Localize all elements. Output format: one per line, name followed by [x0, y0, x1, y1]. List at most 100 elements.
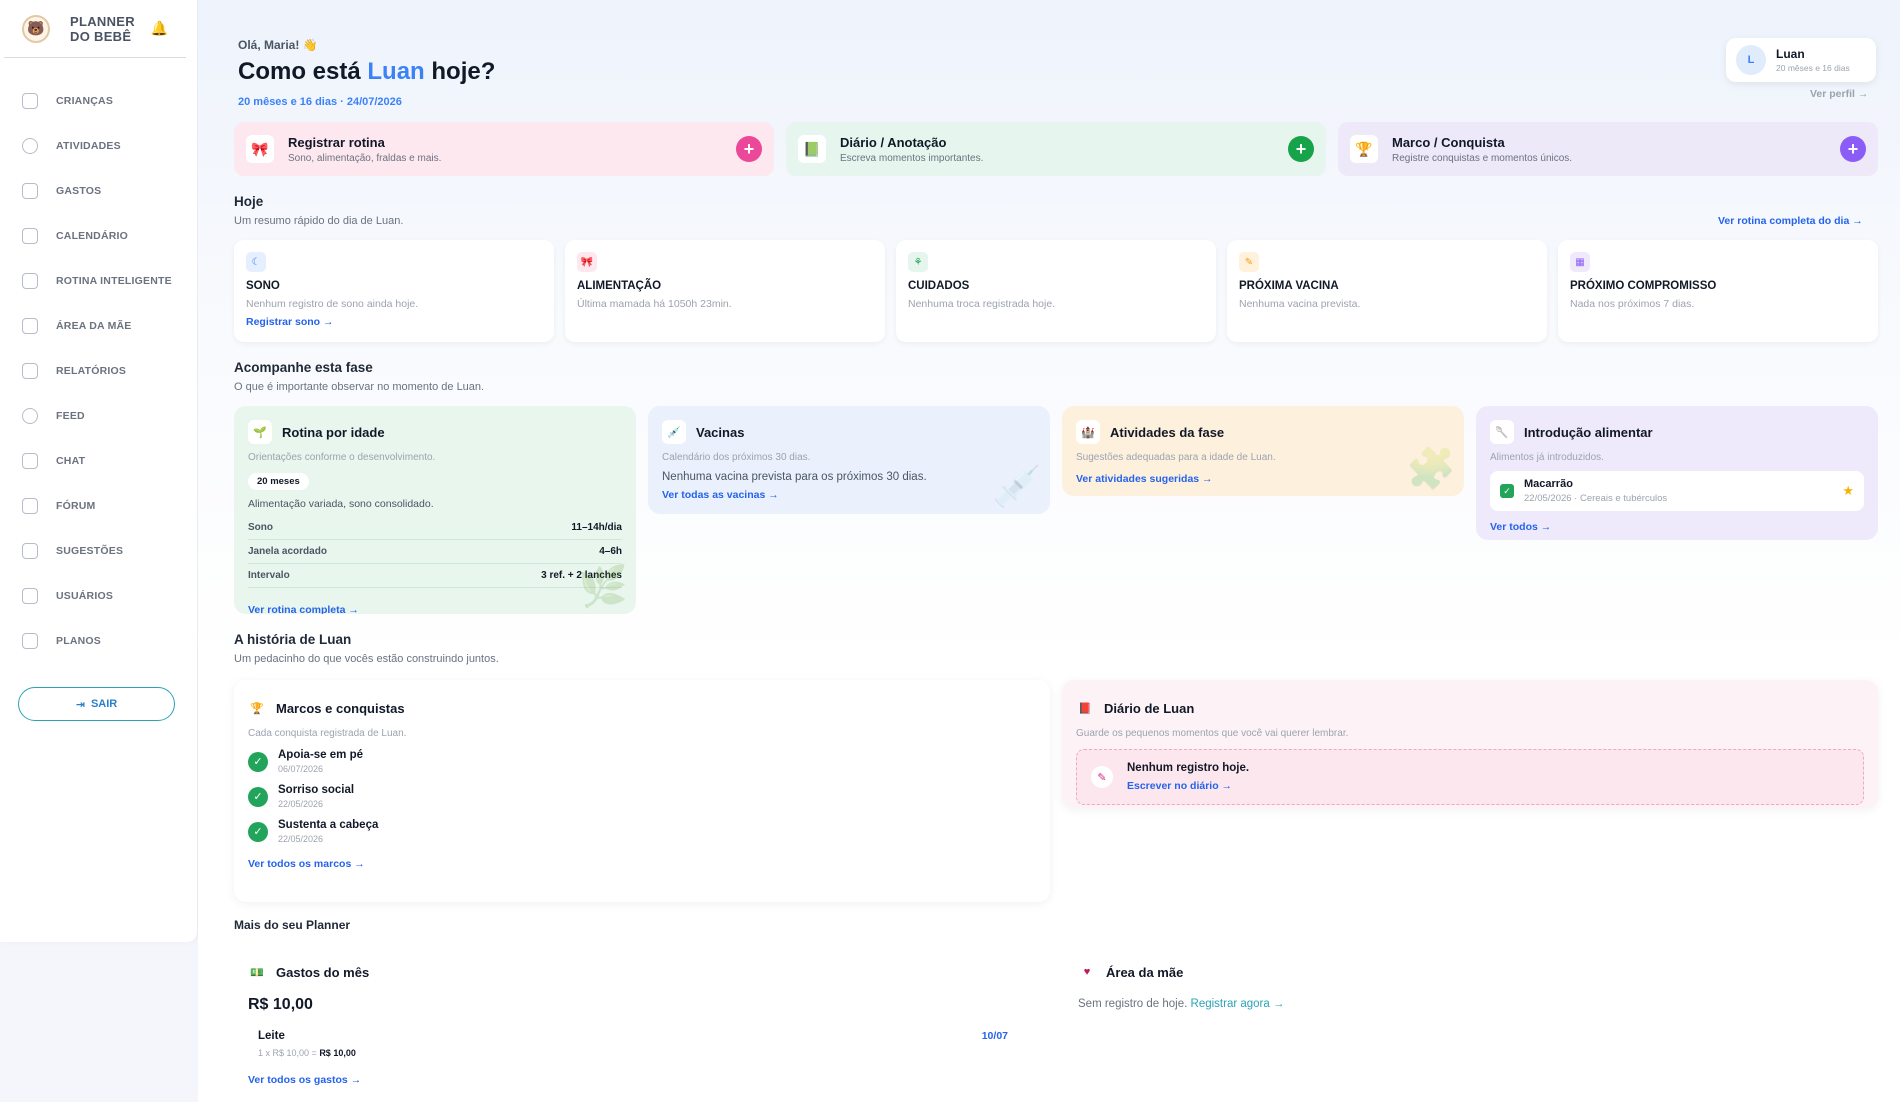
age-pill: 20 meses: [248, 473, 309, 490]
today-card-icon: ⚘: [908, 252, 928, 272]
check-icon: ✓: [248, 751, 268, 772]
see-all-expenses-link[interactable]: Ver todos os gastos →: [248, 1074, 1048, 1086]
sidebar-nav: CRIANÇAS ATIVIDADES GASTOS CALENDÁRIO ROTINA…: [0, 78, 197, 663]
sidebar-item-1[interactable]: ATIVIDADES: [0, 123, 197, 168]
sidebar-item-0[interactable]: CRIANÇAS: [0, 78, 197, 123]
today-title: Hoje: [234, 194, 264, 209]
milestone-item[interactable]: ✓ Sorriso social 22/05/2026: [248, 784, 1036, 809]
utensil-icon: 🥄: [1490, 420, 1514, 444]
today-card-icon: 🎀: [577, 252, 597, 272]
profile-card[interactable]: L Luan 20 mêses e 16 dias: [1726, 38, 1876, 82]
heart-icon: [22, 317, 38, 334]
food-item[interactable]: ✓ Macarrão 22/05/2026 · Cereais e tubérc…: [1490, 471, 1864, 511]
food-card-title: Introdução alimentar: [1524, 424, 1653, 440]
alarm-icon: [22, 272, 38, 289]
mother-area-card: ♥ Área da mãe Sem registro de hoje. Regi…: [1078, 960, 1868, 1011]
sidebar-item-3[interactable]: CALENDÁRIO: [0, 213, 197, 258]
book-icon: 📕: [1078, 702, 1092, 715]
plus-icon[interactable]: +: [1288, 136, 1314, 162]
sidebar-item-12[interactable]: PLANOS: [0, 618, 197, 663]
see-full-routine-link[interactable]: Ver rotina completa →: [248, 604, 622, 614]
expenses-card: 💵 Gastos do mês R$ 10,00 Leite 1 x R$ 10…: [248, 960, 1048, 1087]
routine-card-subtitle: Orientações conforme o desenvolvimento.: [248, 452, 436, 463]
milestones-title: Marcos e conquistas: [276, 700, 405, 716]
app-title: PLANNER DO BEBÊ: [70, 13, 135, 44]
logout-button[interactable]: ⇥ SAIR: [18, 687, 175, 721]
quick-action-0[interactable]: 🎀 Registrar rotina Sono, alimentação, fral…: [234, 122, 774, 176]
sidebar-item-7[interactable]: FEED: [0, 393, 197, 438]
sidebar-item-5[interactable]: ÁREA DA MÃE: [0, 303, 197, 348]
see-all-foods-link[interactable]: Ver todos →: [1490, 521, 1864, 533]
see-profile-link[interactable]: Ver perfil →: [1810, 88, 1868, 100]
see-full-day-routine-link[interactable]: Ver rotina completa do dia →: [1718, 215, 1863, 227]
quick-action-2[interactable]: 🏆 Marco / Conquista Registre conquistas e …: [1338, 122, 1878, 176]
routine-row: Janela acordado 4–6h: [248, 540, 622, 564]
sidebar-item-9[interactable]: FÓRUM: [0, 483, 197, 528]
star-icon[interactable]: ★: [1842, 483, 1854, 499]
mother-area-title: Área da mãe: [1106, 964, 1184, 980]
vaccines-card: 💉 Vacinas Calendário dos próximos 30 dia…: [648, 406, 1050, 514]
bear-logo-icon: 🐻: [22, 14, 50, 43]
expense-item[interactable]: Leite 1 x R$ 10,00 = R$ 10,00 10/07: [248, 1030, 1018, 1058]
phase-activities-card: 🏰 Atividades da fase Sugestões adequadas…: [1062, 406, 1464, 496]
register-now-link[interactable]: Registrar agora →: [1191, 998, 1285, 1010]
sidebar-item-6[interactable]: RELATÓRIOS: [0, 348, 197, 393]
leaf-decor-icon: 🌿: [578, 565, 628, 609]
activities-card-subtitle: Sugestões adequadas para a idade de Luan…: [1076, 452, 1276, 463]
food-item-meta: 22/05/2026 · Cereais e tubérculos: [1524, 493, 1668, 504]
today-card-1[interactable]: 🎀 ALIMENTAÇÃO Última mamada há 1050h 23min…: [565, 240, 885, 342]
today-card-icon: ▦: [1570, 252, 1590, 272]
puzzle-decor-icon: 🧩: [1406, 447, 1456, 491]
quick-action-icon: 🏆: [1350, 135, 1378, 163]
today-card-link[interactable]: Registrar sono →: [246, 316, 542, 328]
forum-icon: [22, 497, 38, 514]
sidebar-item-11[interactable]: USUÁRIOS: [0, 573, 197, 618]
child-age-date: 20 mêses e 16 dias · 24/07/2026: [238, 96, 402, 108]
food-card-subtitle: Alimentos já introduzidos.: [1490, 452, 1604, 463]
quick-action-1[interactable]: 📗 Diário / Anotação Escreva momentos impor…: [786, 122, 1326, 176]
brand: 🐻 PLANNER DO BEBÊ 🔔: [4, 0, 186, 58]
checkbox-icon: ✓: [1500, 484, 1514, 498]
routine-row: Sono 11–14h/dia: [248, 516, 622, 540]
main-content: Olá, Maria! 👋 Como está Luan hoje? 20 mê…: [198, 0, 1900, 1102]
plus-icon[interactable]: +: [1840, 136, 1866, 162]
castle-icon: 🏰: [1076, 420, 1100, 444]
write-diary-link[interactable]: Escrever no diário →: [1127, 780, 1249, 792]
phase-subtitle: O que é importante observar no momento d…: [234, 381, 485, 393]
sidebar-item-4[interactable]: ROTINA INTELIGENTE: [0, 258, 197, 303]
lightbulb-icon: [22, 542, 38, 559]
smile-icon: [22, 137, 38, 154]
sprout-icon: 🌱: [248, 420, 272, 444]
expense-item-date: 10/07: [981, 1030, 1008, 1042]
mother-area-text: Sem registro de hoje.: [1078, 998, 1188, 1010]
milestone-item[interactable]: ✓ Apoia-se em pé 06/07/2026: [248, 749, 1036, 774]
sidebar: 🐻 PLANNER DO BEBÊ 🔔 CRIANÇAS ATIVIDADES GA…: [0, 0, 198, 942]
see-suggested-activities-link[interactable]: Ver atividades sugeridas →: [1076, 473, 1450, 485]
today-card-4[interactable]: ▦ PRÓXIMO COMPROMISSO Nada nos próximos 7 …: [1558, 240, 1878, 342]
bell-icon[interactable]: 🔔: [151, 20, 168, 37]
today-card-2[interactable]: ⚘ CUIDADOS Nenhuma troca registrada hoje.: [896, 240, 1216, 342]
syringe-icon: 💉: [662, 420, 686, 444]
sidebar-item-2[interactable]: GASTOS: [0, 168, 197, 213]
story-title: A história de Luan: [234, 632, 352, 647]
sidebar-item-8[interactable]: CHAT: [0, 438, 197, 483]
sidebar-item-10[interactable]: SUGESTÕES: [0, 528, 197, 573]
profile-age: 20 mêses e 16 dias: [1776, 63, 1850, 73]
plus-icon[interactable]: +: [736, 136, 762, 162]
card-icon: [22, 632, 38, 649]
today-card-0[interactable]: ☾ SONO Nenhum registro de sono ainda hoje.…: [234, 240, 554, 342]
globe-icon: [22, 407, 38, 424]
see-all-vaccines-link[interactable]: Ver todas as vacinas →: [662, 489, 1036, 501]
vaccines-empty-text: Nenhuma vacina prevista para os próximos…: [662, 471, 927, 483]
vaccines-card-title: Vacinas: [696, 424, 745, 440]
milestones-subtitle: Cada conquista registrada de Luan.: [248, 728, 407, 739]
syringe-decor-icon: 💉: [992, 465, 1042, 509]
today-card-3[interactable]: ✎ PRÓXIMA VACINA Nenhuma vacina prevista.: [1227, 240, 1547, 342]
check-icon: ✓: [248, 821, 268, 842]
avatar: L: [1736, 45, 1766, 75]
children-icon: [22, 92, 38, 109]
see-all-milestones-link[interactable]: Ver todos os marcos →: [248, 858, 1036, 870]
diary-empty-state: ✎ Nenhum registro hoje. Escrever no diár…: [1076, 749, 1864, 805]
report-icon: [22, 362, 38, 379]
milestone-item[interactable]: ✓ Sustenta a cabeça 22/05/2026: [248, 819, 1036, 844]
